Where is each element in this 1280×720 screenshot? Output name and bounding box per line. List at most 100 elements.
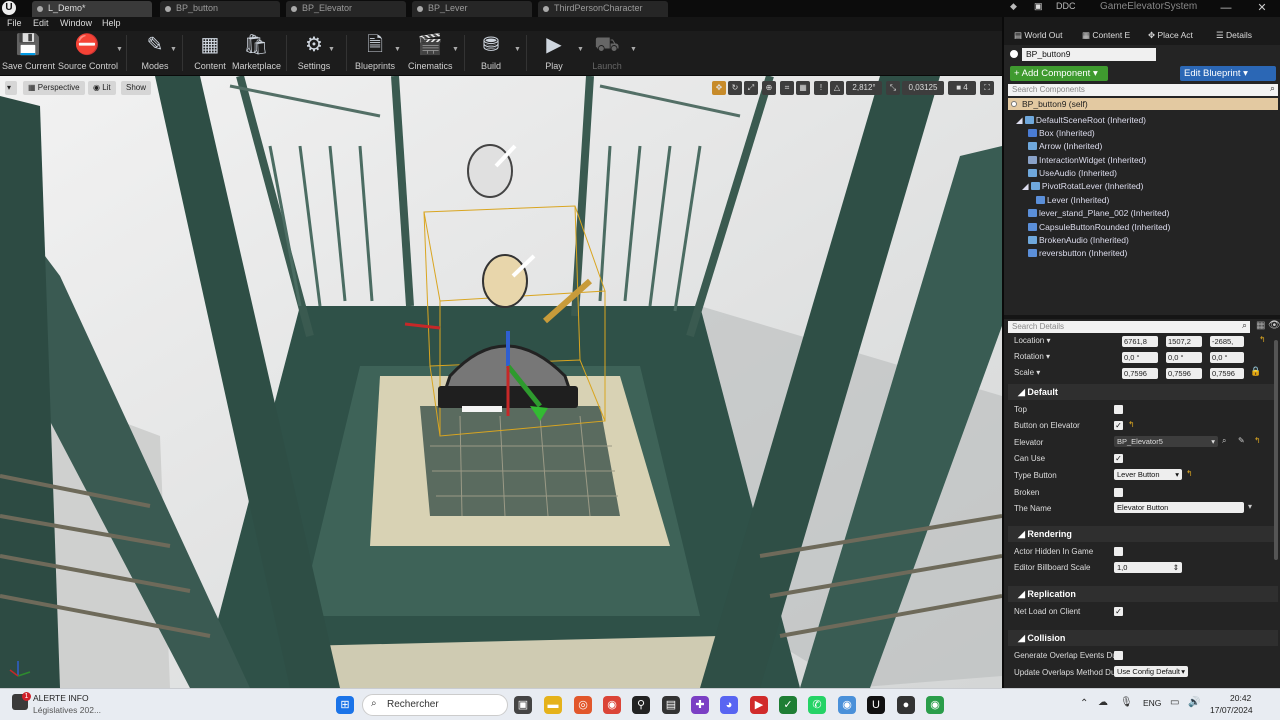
net-load-checkbox[interactable]: ✓	[1114, 607, 1123, 616]
tab-world-outliner[interactable]: ▤ World Out	[1014, 30, 1063, 41]
can-use-checkbox[interactable]: ✓	[1114, 454, 1123, 463]
add-component-button[interactable]: + Add Component ▾	[1010, 66, 1108, 81]
close-button[interactable]: ✕	[1244, 0, 1280, 17]
actor-name-field[interactable]: BP_button9	[1022, 48, 1156, 61]
shield-icon[interactable]: ◆	[1010, 1, 1017, 12]
category-replication[interactable]: ◢ Replication	[1008, 586, 1278, 602]
blueprints-button[interactable]: 🗎 Blueprints	[354, 33, 396, 73]
tab-bp-elevator[interactable]: BP_Elevator	[286, 1, 406, 17]
content-button[interactable]: ▦ Content	[190, 33, 230, 73]
save-current-button[interactable]: 💾 Save Current	[2, 33, 55, 73]
tree-item-pivotrotatlever[interactable]: ◢ PivotRotatLever (Inherited)	[1022, 181, 1143, 192]
monitor-icon[interactable]: ▭	[1170, 697, 1179, 708]
chevron-down-icon[interactable]: ▼	[577, 46, 584, 53]
grid-snap-icon[interactable]: ▦	[796, 81, 810, 95]
top-checkbox[interactable]	[1114, 405, 1123, 414]
level-viewport[interactable]: ▾ ▦ Perspective ◉ Lit Show ✥ ↻ ⤢ ⊕ ⌗ ▦ !…	[0, 76, 1002, 688]
scale-mode-icon[interactable]: ⤢	[744, 81, 758, 95]
location-x-field[interactable]: 6761,8	[1122, 336, 1158, 347]
elevator-picker[interactable]: BP_Elevator5 ▾	[1114, 436, 1218, 447]
language-indicator[interactable]: ENG	[1143, 698, 1161, 708]
task-view-icon[interactable]: ▣	[514, 696, 532, 714]
chevron-down-icon[interactable]: ▼	[394, 46, 401, 53]
chevron-down-icon[interactable]: ▼	[630, 46, 637, 53]
tree-item-brokenaudio[interactable]: BrokenAudio (Inherited)	[1028, 235, 1129, 245]
windows-start-icon[interactable]: ⊞	[336, 696, 354, 714]
gen-overlap-checkbox[interactable]	[1114, 651, 1123, 660]
app-green-icon[interactable]: ✓	[779, 696, 797, 714]
reset-arrow-icon[interactable]: ↰	[1186, 469, 1193, 478]
menu-help[interactable]: Help	[102, 18, 121, 28]
rotation-snap-icon[interactable]: △	[830, 81, 844, 95]
rotation-label[interactable]: Rotation ▾	[1014, 352, 1050, 361]
lock-icon[interactable]: 🔒	[1250, 366, 1261, 377]
rotation-z-field[interactable]: 0,0 °	[1210, 352, 1244, 363]
button-on-elevator-checkbox[interactable]: ✓	[1114, 421, 1123, 430]
rotation-y-field[interactable]: 0,0 °	[1166, 352, 1202, 363]
location-z-field[interactable]: -2685,	[1210, 336, 1244, 347]
volume-icon[interactable]: 🔊	[1188, 697, 1200, 708]
menu-window[interactable]: Window	[60, 18, 92, 28]
cinematics-button[interactable]: 🎬 Cinematics	[408, 33, 453, 73]
tree-item-defaultsceneroot[interactable]: ◢ DefaultSceneRoot (Inherited)	[1016, 115, 1146, 126]
app-purple-icon[interactable]: ✚	[691, 696, 709, 714]
browse-icon[interactable]: ⌕	[1222, 436, 1226, 446]
settings-button[interactable]: ⚙ Settings	[294, 33, 334, 73]
whatsapp-icon[interactable]: ✆	[808, 696, 826, 714]
chevron-down-icon[interactable]: ▼	[452, 46, 459, 53]
firefox-icon[interactable]: ◎	[574, 696, 592, 714]
details-scrollbar[interactable]	[1274, 340, 1278, 560]
component-self-row[interactable]: BP_button9 (self)	[1008, 98, 1278, 110]
tab-place-actors[interactable]: ✥ Place Act	[1148, 30, 1193, 41]
grid-size-icon[interactable]: !	[814, 81, 828, 95]
scale-x-field[interactable]: 0,7596	[1122, 368, 1158, 379]
category-default[interactable]: ◢ Default	[1008, 384, 1278, 400]
edit-blueprint-button[interactable]: Edit Blueprint ▾	[1180, 66, 1276, 81]
chrome-alt-icon[interactable]: ◉	[926, 696, 944, 714]
onedrive-icon[interactable]: ☁	[1098, 697, 1108, 708]
search-details-input[interactable]: Search Details ⌕	[1008, 320, 1250, 333]
tree-item-arrow[interactable]: Arrow (Inherited)	[1028, 141, 1102, 151]
rotate-mode-icon[interactable]: ↻	[728, 81, 742, 95]
camera-speed-button[interactable]: ■ 4	[948, 81, 976, 95]
scale-snap-value[interactable]: 0,03125	[902, 81, 944, 95]
minimize-button[interactable]: —	[1208, 0, 1244, 17]
pick-actor-icon[interactable]: ✎	[1238, 436, 1245, 445]
rotation-snap-value[interactable]: 2,812°	[846, 81, 882, 95]
view-options-icon[interactable]: 👁	[1268, 320, 1280, 331]
tab-bp-button[interactable]: BP_button	[160, 1, 280, 17]
tree-item-capsulebuttonrounded[interactable]: CapsuleButtonRounded (Inherited)	[1028, 222, 1170, 232]
search-app-icon[interactable]: ⚲	[632, 696, 650, 714]
tree-item-reversbutton[interactable]: reversbutton (Inherited)	[1028, 248, 1127, 258]
chevron-down-icon[interactable]: ▼	[116, 46, 123, 53]
news-app-icon[interactable]: ▤	[662, 696, 680, 714]
discord-icon[interactable]: ◕	[720, 696, 738, 714]
tree-item-interactionwidget[interactable]: InteractionWidget (Inherited)	[1028, 155, 1146, 165]
tree-item-box[interactable]: Box (Inherited)	[1028, 128, 1095, 138]
menu-edit[interactable]: Edit	[33, 18, 49, 28]
type-button-dropdown[interactable]: Lever Button ▾	[1114, 469, 1182, 480]
clock-time[interactable]: 20:42	[1230, 693, 1251, 703]
category-collision[interactable]: ◢ Collision	[1008, 630, 1278, 646]
marketplace-button[interactable]: 🛍 Marketplace	[232, 33, 281, 73]
category-rendering[interactable]: ◢ Rendering	[1008, 526, 1278, 542]
show-button[interactable]: Show	[121, 81, 152, 95]
rotation-x-field[interactable]: 0,0 °	[1122, 352, 1158, 363]
select-mode-icon[interactable]: ✥	[712, 81, 726, 95]
tree-item-lever[interactable]: Lever (Inherited)	[1036, 195, 1109, 205]
reset-arrow-icon[interactable]: ↰	[1254, 436, 1261, 445]
news-title[interactable]: ALERTE INFO	[33, 693, 89, 703]
the-name-field[interactable]: Elevator Button	[1114, 502, 1244, 513]
tab-details[interactable]: ☰ Details	[1216, 30, 1252, 41]
chrome-profile-icon[interactable]: ◉	[838, 696, 856, 714]
location-label[interactable]: Location ▾	[1014, 336, 1050, 345]
source-control-button[interactable]: ⛔ Source Control	[58, 33, 118, 73]
taskbar-search-input[interactable]: ⌕ Rechercher	[362, 694, 508, 716]
location-y-field[interactable]: 1507,2	[1166, 336, 1202, 347]
maximize-viewport-icon[interactable]: ⛶	[980, 81, 994, 95]
property-matrix-icon[interactable]: ▦	[1256, 320, 1265, 331]
tray-chevron-icon[interactable]: ⌃	[1080, 698, 1088, 709]
clock-date[interactable]: 17/07/2024	[1210, 705, 1253, 715]
lit-button[interactable]: ◉ Lit	[88, 81, 116, 95]
reset-arrow-icon[interactable]: ↰	[1259, 335, 1266, 344]
